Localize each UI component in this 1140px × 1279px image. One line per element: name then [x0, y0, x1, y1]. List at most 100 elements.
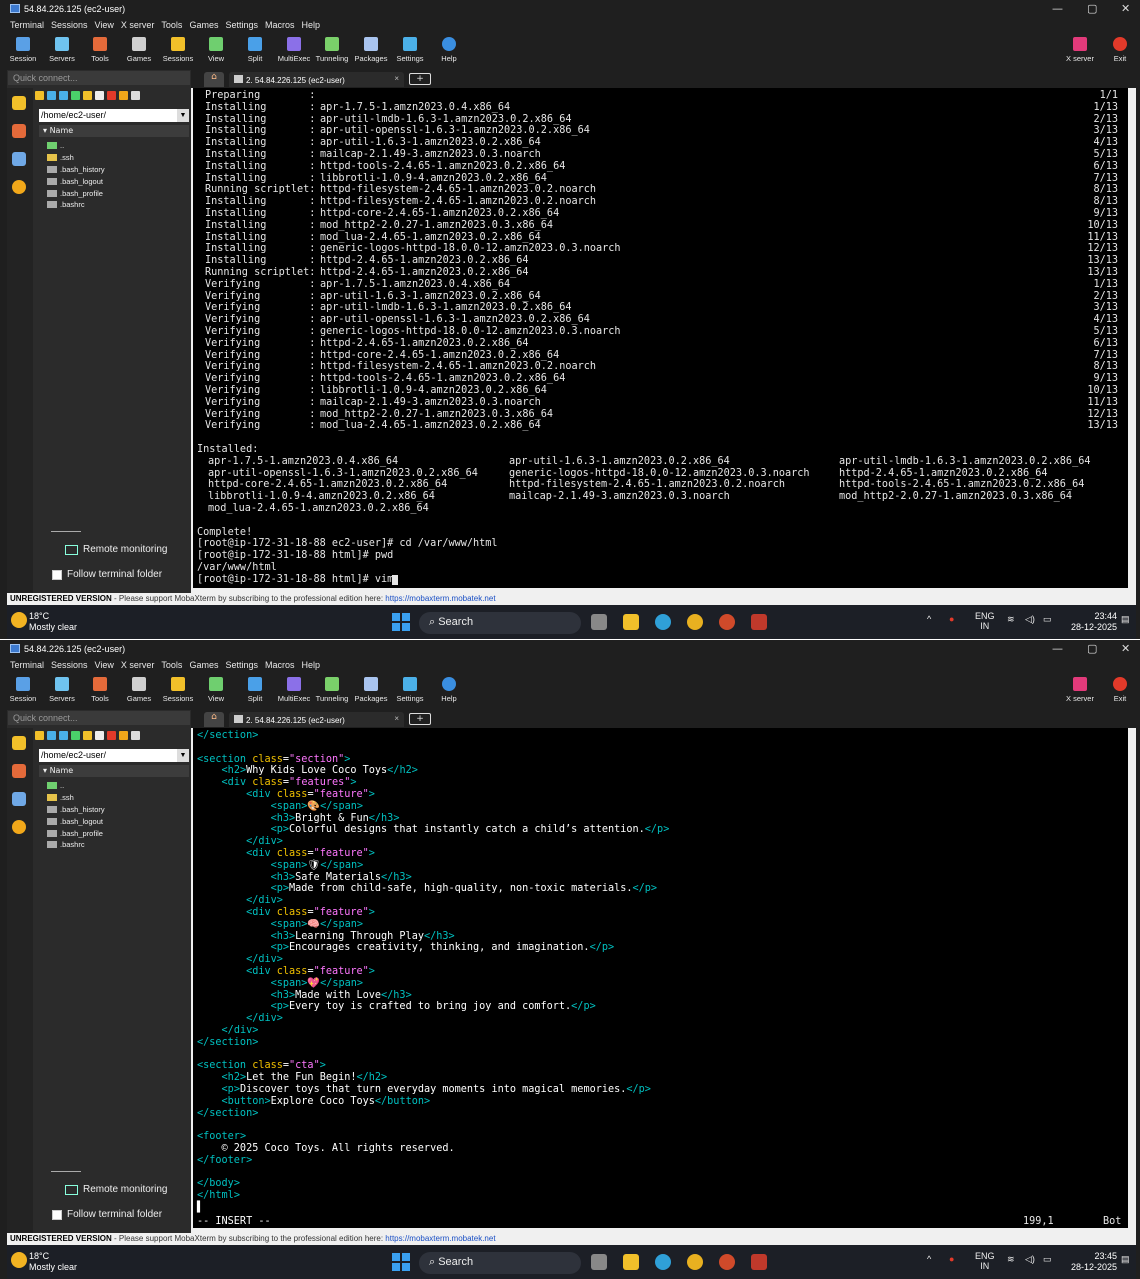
properties-icon[interactable]	[131, 91, 140, 100]
chrome-profile-icon[interactable]	[719, 1254, 735, 1270]
clock[interactable]: 23:45 28-12-2025	[1067, 1251, 1117, 1273]
name-column-header[interactable]: ▾ Name	[39, 125, 189, 137]
new-tab-button[interactable]: +	[409, 713, 431, 725]
start-button[interactable]	[392, 1253, 410, 1271]
star-icon[interactable]	[12, 736, 26, 750]
new-file-icon[interactable]	[95, 91, 104, 100]
menu-sessions[interactable]: Sessions	[51, 20, 88, 30]
path-select[interactable]: /home/ec2-user/▼	[39, 749, 189, 762]
close-tab-icon[interactable]: ×	[394, 714, 399, 723]
chrome-icon[interactable]	[687, 614, 703, 630]
notification-icon[interactable]: ▤	[1121, 614, 1130, 625]
volume-icon[interactable]: ◁)	[1025, 614, 1035, 625]
packages-button[interactable]: Packages	[352, 36, 390, 63]
follow-terminal-folder-checkbox[interactable]: Follow terminal folder	[52, 1209, 162, 1220]
delete-icon[interactable]	[107, 91, 116, 100]
multiexec-button[interactable]: MultiExec	[275, 36, 313, 63]
mobatek-link[interactable]: https://mobaxterm.mobatek.net	[385, 1234, 495, 1243]
remote-monitoring-button[interactable]: Remote monitoring	[65, 544, 167, 555]
remote-monitoring-button[interactable]: Remote monitoring	[65, 1184, 167, 1195]
session-tab[interactable]: 2. 54.84.226.125 (ec2-user) ×	[229, 72, 404, 87]
terminal-output[interactable]: Preparing : 1/1 Installing : apr-1.7.5-1.am…	[193, 88, 1128, 588]
mobaxterm-icon[interactable]	[751, 1254, 767, 1270]
file-explorer-icon[interactable]	[623, 614, 639, 630]
menu-settings[interactable]: Settings	[225, 20, 258, 30]
notification-icon[interactable]: ▤	[1121, 1254, 1130, 1265]
servers-button[interactable]: Servers	[43, 36, 81, 63]
checkbox[interactable]	[52, 569, 62, 580]
taskbar-search[interactable]: ⌕ Search	[419, 1252, 581, 1274]
list-item[interactable]: ..	[47, 780, 105, 792]
split-button[interactable]: Split	[236, 676, 274, 703]
new-tab-button[interactable]: +	[409, 73, 431, 85]
follow-terminal-folder-checkbox[interactable]: Follow terminal folder	[52, 569, 162, 580]
settings-button[interactable]: Settings	[391, 36, 429, 63]
file-explorer-icon[interactable]	[623, 1254, 639, 1270]
split-button[interactable]: Split	[236, 36, 274, 63]
home-tab[interactable]: ⌂	[204, 72, 224, 87]
close-tab-icon[interactable]: ×	[394, 74, 399, 83]
battery-icon[interactable]: ▭	[1043, 1254, 1052, 1265]
tools-icon[interactable]	[119, 731, 128, 740]
list-item[interactable]: .bashrc	[47, 839, 105, 851]
menu-xserver[interactable]: X server	[121, 20, 155, 30]
home-tab[interactable]: ⌂	[204, 712, 224, 727]
exit-button[interactable]: Exit	[1101, 36, 1136, 63]
sessions-button[interactable]: Sessions	[159, 36, 197, 63]
help-button[interactable]: Help	[430, 36, 468, 63]
mobaxterm-icon[interactable]	[751, 614, 767, 630]
edge-icon[interactable]	[655, 1254, 671, 1270]
weather-widget[interactable]: 18°C Mostly clear	[11, 1251, 77, 1273]
session-button[interactable]: Session	[7, 676, 42, 703]
menu-games[interactable]: Games	[189, 660, 218, 670]
download-icon[interactable]	[47, 91, 56, 100]
games-button[interactable]: Games	[120, 676, 158, 703]
menu-xserver[interactable]: X server	[121, 660, 155, 670]
send-icon[interactable]	[12, 152, 26, 166]
menu-terminal[interactable]: Terminal	[10, 660, 44, 670]
refresh-icon[interactable]	[71, 91, 80, 100]
checkbox[interactable]	[52, 1209, 62, 1220]
list-item[interactable]: .bash_profile	[47, 187, 105, 199]
tunneling-button[interactable]: Tunneling	[313, 676, 351, 703]
wifi-icon[interactable]: ≋	[1007, 614, 1015, 625]
chrome-profile-icon[interactable]	[719, 614, 735, 630]
upload-icon[interactable]	[59, 91, 68, 100]
volume-icon[interactable]: ◁)	[1025, 1254, 1035, 1265]
xserver-button[interactable]: X server	[1061, 676, 1099, 703]
menu-tools[interactable]: Tools	[161, 660, 182, 670]
send-icon[interactable]	[12, 792, 26, 806]
list-item[interactable]: .ssh	[47, 792, 105, 804]
new-folder-icon[interactable]	[83, 731, 92, 740]
exit-button[interactable]: Exit	[1101, 676, 1136, 703]
close-button[interactable]: ✕	[1121, 642, 1130, 655]
list-item[interactable]: .bash_logout	[47, 815, 105, 827]
wifi-icon[interactable]: ≋	[1007, 1254, 1015, 1265]
edge-icon[interactable]	[655, 614, 671, 630]
macro-icon[interactable]	[12, 180, 26, 194]
weather-widget[interactable]: 18°C Mostly clear	[11, 611, 77, 633]
chrome-icon[interactable]	[687, 1254, 703, 1270]
start-button[interactable]	[392, 613, 410, 631]
upload-icon[interactable]	[59, 731, 68, 740]
menu-tools[interactable]: Tools	[161, 20, 182, 30]
chevron-down-icon[interactable]: ▼	[177, 749, 189, 762]
task-view-icon[interactable]	[591, 614, 607, 630]
path-select[interactable]: /home/ec2-user/▼	[39, 109, 189, 122]
clock[interactable]: 23:44 28-12-2025	[1067, 611, 1117, 633]
menu-macros[interactable]: Macros	[265, 20, 295, 30]
minimize-button[interactable]: —	[1052, 642, 1063, 655]
tools-button[interactable]: Tools	[81, 36, 119, 63]
chevron-down-icon[interactable]: ▼	[177, 109, 189, 122]
menu-macros[interactable]: Macros	[265, 660, 295, 670]
task-view-icon[interactable]	[591, 1254, 607, 1270]
list-item[interactable]: .bash_logout	[47, 175, 105, 187]
tools-icon[interactable]	[12, 764, 26, 778]
maximize-button[interactable]: ▢	[1087, 642, 1097, 655]
refresh-icon[interactable]	[71, 731, 80, 740]
view-button[interactable]: View	[197, 676, 235, 703]
tools-button[interactable]: Tools	[81, 676, 119, 703]
menu-help[interactable]: Help	[302, 660, 321, 670]
properties-icon[interactable]	[131, 731, 140, 740]
close-button[interactable]: ✕	[1121, 2, 1130, 15]
